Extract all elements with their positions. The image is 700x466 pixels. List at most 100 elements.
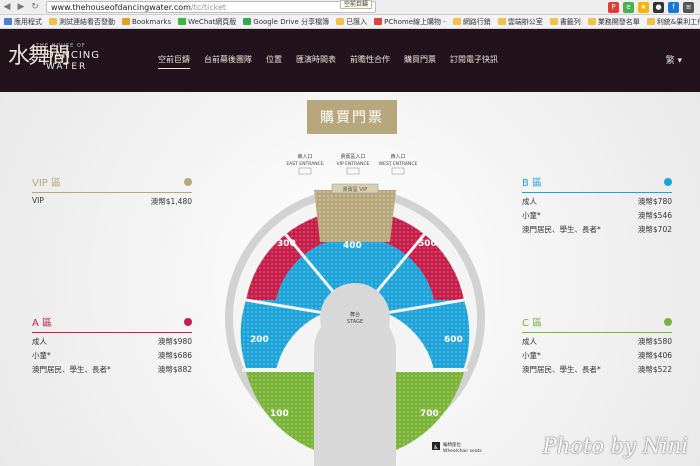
- bookmark-label: 業務開發名單: [597, 17, 640, 26]
- bookmark-label: 書籤列: [559, 17, 581, 26]
- folder-icon: [336, 18, 345, 25]
- back-icon[interactable]: ◀: [0, 0, 14, 14]
- section-label-400: 400: [343, 241, 362, 251]
- bookmark-item[interactable]: 測試連結看否發動: [49, 17, 115, 27]
- bookmark-label: 應用程式: [14, 17, 42, 26]
- bookmark-item[interactable]: WeChat網頁版: [178, 17, 236, 27]
- bookmark-item[interactable]: 雲端辦公室: [497, 17, 543, 27]
- ticket-type: 澳門居民、學生、長者*: [522, 365, 601, 374]
- folder-icon: [646, 18, 655, 25]
- nav-item-show[interactable]: 空前巨鑄: [158, 54, 190, 69]
- vip-section[interactable]: [314, 190, 396, 242]
- section-label-100: 100: [270, 409, 289, 419]
- panel-header: C 區: [522, 314, 672, 333]
- nav-item-partners[interactable]: 前瞻性合作: [350, 54, 390, 69]
- bookmark-label: Google Drive 分享檔簿: [253, 17, 330, 26]
- price-row: 成人 澳幣$580: [522, 336, 672, 347]
- price-row: 小童* 澳幣$686: [32, 350, 192, 361]
- ticket-price: 澳幣$882: [157, 365, 192, 374]
- stage-circle: [320, 283, 390, 353]
- section-label-500: 500: [418, 239, 437, 249]
- bookmark-label: 已匯入: [346, 17, 368, 26]
- user-icon[interactable]: ●: [653, 2, 664, 13]
- vip-box-label: 貴賓區 VIP: [343, 186, 368, 193]
- panel-title: VIP 區: [32, 178, 61, 189]
- pinterest-icon[interactable]: P: [608, 2, 619, 13]
- section-label-200: 200: [250, 335, 269, 345]
- price-row: 小童* 澳幣$546: [522, 210, 672, 221]
- ticket-price: 澳幣$980: [157, 337, 192, 346]
- nav-item-schedule[interactable]: 匯演時間表: [296, 54, 336, 69]
- menu-icon[interactable]: ≡: [683, 2, 694, 13]
- bookmark-label: WeChat網頁版: [188, 17, 237, 26]
- ticket-price: 澳幣$686: [157, 351, 192, 360]
- folder-icon: [374, 18, 383, 25]
- ticket-type: VIP: [32, 196, 44, 205]
- west-entrance-label-en: WEST ENTRANCE: [379, 161, 418, 167]
- ticket-type: 成人: [522, 337, 537, 346]
- apps-icon: [4, 18, 12, 25]
- section-200-block[interactable]: [240, 300, 276, 368]
- bookmark-item[interactable]: 應用程式: [4, 17, 42, 27]
- nav-item-location[interactable]: 位置: [266, 54, 282, 69]
- share-icon[interactable]: f: [668, 2, 679, 13]
- ticket-type: 成人: [32, 337, 47, 346]
- ticket-type: 小童*: [522, 211, 541, 220]
- west-entrance-door: [391, 167, 405, 175]
- extension-icon[interactable]: e: [623, 2, 634, 13]
- extension-icons: P e ★ ● f ≡: [608, 2, 694, 13]
- bookmark-item[interactable]: 已匯入: [336, 17, 367, 27]
- bookmarks-bar: 應用程式 測試連結看否發動 Bookmarks WeChat網頁版 Google Dri…: [0, 15, 700, 29]
- price-panel-c: C 區 成人 澳幣$580 小童* 澳幣$406 澳門居民、學生、長者* 澳幣$…: [522, 314, 672, 375]
- folder-icon: [587, 18, 596, 25]
- reload-icon[interactable]: ↻: [28, 0, 42, 14]
- folder-icon: [49, 18, 57, 25]
- ticket-type: 小童*: [522, 351, 541, 360]
- url-host: www.thehouseofdancingwater.com: [51, 2, 191, 12]
- nav-item-newsletter[interactable]: 訂閱電子快訊: [450, 54, 498, 69]
- panel-header: B 區: [522, 174, 672, 193]
- section-label-700: 700: [420, 409, 439, 419]
- panel-title: A 區: [32, 318, 53, 329]
- ticket-price: 澳幣$546: [637, 211, 672, 220]
- stage-label-en: STAGE: [347, 319, 363, 325]
- language-label: 繁: [665, 56, 675, 66]
- ticket-type: 成人: [522, 197, 537, 206]
- folder-icon: [178, 18, 187, 25]
- folder-icon: [122, 18, 130, 25]
- price-row: 小童* 澳幣$406: [522, 350, 672, 361]
- language-select[interactable]: 繁 ▾: [666, 53, 682, 66]
- ticket-price: 澳幣$406: [637, 351, 672, 360]
- site-logo[interactable]: 水舞間 THE HOUSE OF DANCING WATER: [8, 35, 101, 85]
- nav-item-tickets[interactable]: 購買門票: [404, 54, 436, 69]
- star-icon[interactable]: ★: [638, 2, 649, 13]
- bookmark-item[interactable]: 書籤列: [549, 17, 581, 27]
- bookmark-item[interactable]: 網路行銷: [452, 17, 491, 27]
- ticket-type: 小童*: [32, 351, 51, 360]
- bookmark-item[interactable]: 業務開發名單: [587, 17, 640, 27]
- section-600-block[interactable]: [434, 300, 470, 368]
- wheelchair-label: 輪椅座位: [443, 441, 461, 448]
- zone-color-dot: [184, 317, 192, 326]
- bookmark-item[interactable]: Bookmarks: [122, 18, 171, 26]
- site-header: 水舞間 THE HOUSE OF DANCING WATER 空前巨鑄 台前幕後…: [0, 29, 700, 92]
- ticket-price: 澳幣$780: [637, 197, 672, 206]
- ticket-price: 澳幣$702: [637, 225, 672, 234]
- bookmark-item[interactable]: Google Drive 分享檔簿: [243, 17, 329, 27]
- panel-header: VIP 區: [32, 174, 192, 193]
- bookmark-label: Bookmarks: [132, 17, 172, 26]
- ticket-price: 澳幣$1,480: [150, 197, 192, 206]
- url-input[interactable]: www.thehouseofdancingwater.com/tc/ticket: [46, 1, 376, 13]
- logo-line-dancing: DANCING: [46, 50, 101, 61]
- bookmark-label: 雲端辦公室: [507, 17, 543, 26]
- nav-item-team[interactable]: 台前幕後團隊: [204, 54, 252, 69]
- price-row: 澳門居民、學生、長者* 澳幣$522: [522, 364, 672, 375]
- forward-icon[interactable]: ▶: [14, 0, 28, 14]
- main-nav: 空前巨鑄 台前幕後團隊 位置 匯演時間表 前瞻性合作 購買門票 訂閱電子快訊: [158, 54, 498, 69]
- bookmark-item[interactable]: 利統&果利工作書籤: [646, 17, 700, 27]
- ticket-type: 澳門居民、學生、長者*: [32, 365, 111, 374]
- logo-line-water: WATER: [46, 62, 88, 72]
- page-title: 購買門票: [307, 100, 397, 134]
- bookmark-item[interactable]: PChome線上購物 -: [374, 17, 446, 27]
- price-row: 成人 澳幣$780: [522, 196, 672, 207]
